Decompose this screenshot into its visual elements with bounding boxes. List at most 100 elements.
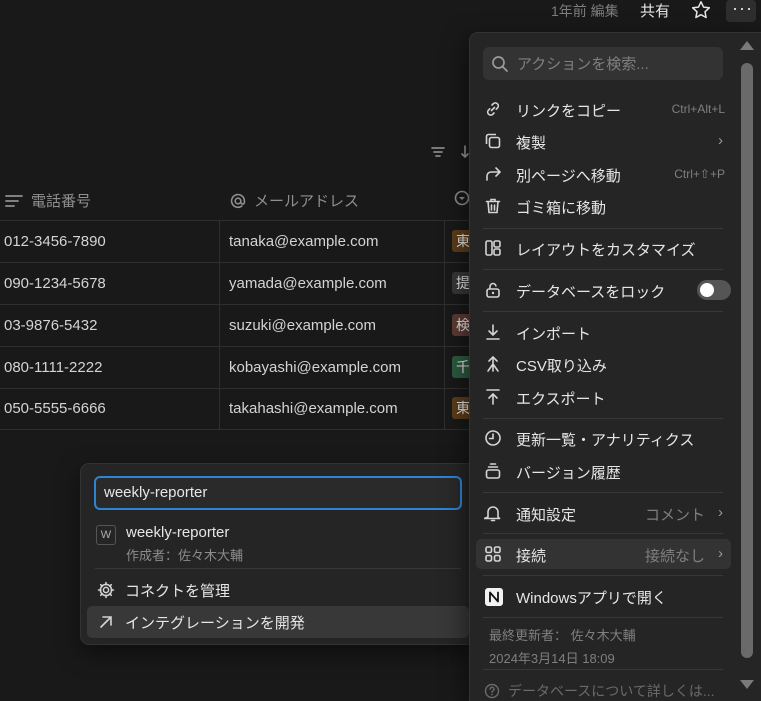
search-icon xyxy=(491,55,509,73)
action-search-field[interactable] xyxy=(483,47,723,80)
copy-link-item[interactable]: リンクをコピー Ctrl+Alt+L xyxy=(476,94,731,124)
version-history-item[interactable]: バージョン履歴 xyxy=(476,456,731,486)
lock-toggle[interactable] xyxy=(697,280,731,300)
connection-search-field[interactable] xyxy=(94,476,462,510)
toggle-knob xyxy=(700,283,714,297)
clock-icon xyxy=(484,429,502,447)
help-link[interactable]: データベースについて詳しくは... xyxy=(484,681,715,701)
chevron-right-icon: › xyxy=(718,132,723,149)
top-bar: 1年前 編集 共有 ··· xyxy=(0,0,761,22)
table-row[interactable]: 090-1234-5678 yamada@example.com 提 xyxy=(0,263,474,305)
view-toolbar xyxy=(430,144,470,162)
divider xyxy=(483,575,723,576)
export-icon xyxy=(484,388,502,406)
more-options-button[interactable]: ··· xyxy=(726,0,756,22)
text-lines-icon xyxy=(5,194,31,208)
table-row[interactable]: 03-9876-5432 suzuki@example.com 検 xyxy=(0,305,474,347)
more-horizontal-icon: ··· xyxy=(732,0,753,18)
arrow-up-right-icon xyxy=(97,613,115,631)
column-header-phone[interactable]: 電話番号 xyxy=(5,190,91,211)
action-search-input[interactable] xyxy=(515,55,719,74)
notion-logo-icon xyxy=(484,587,503,606)
email-cell[interactable]: kobayashi@example.com xyxy=(229,359,401,376)
history-stack-icon xyxy=(484,462,502,480)
divider xyxy=(483,492,723,493)
column-header-email[interactable]: メールアドレス xyxy=(230,190,359,211)
connections-value: 接続なし xyxy=(644,548,705,565)
duplicate-item[interactable]: 複製 › xyxy=(476,126,731,156)
unlock-icon xyxy=(484,281,502,299)
duplicate-icon xyxy=(484,132,502,150)
divider xyxy=(483,669,723,670)
filter-icon[interactable] xyxy=(430,144,446,160)
phone-cell[interactable]: 080-1111-2222 xyxy=(4,359,102,376)
divider xyxy=(483,617,723,618)
trash-icon xyxy=(484,197,502,215)
gear-icon xyxy=(97,581,115,599)
column-divider xyxy=(219,221,220,429)
integration-name: weekly-reporter xyxy=(126,524,230,541)
notification-value: コメント xyxy=(644,507,705,524)
email-cell[interactable]: takahashi@example.com xyxy=(229,400,398,417)
column-divider xyxy=(444,221,445,429)
chevron-right-icon: › xyxy=(718,545,723,562)
integration-icon: W xyxy=(96,525,116,545)
divider xyxy=(483,269,723,270)
connect-popup: W weekly-reporter 作成者：佐々木大輔 コネクトを管理 インテグ… xyxy=(81,464,475,644)
notification-settings-item[interactable]: 通知設定 コメント › xyxy=(476,498,731,528)
phone-cell[interactable]: 050-5555-6666 xyxy=(4,400,106,417)
chevron-right-icon: › xyxy=(718,504,723,521)
export-item[interactable]: エクスポート xyxy=(476,382,731,412)
sort-icon[interactable] xyxy=(460,144,470,160)
updates-analytics-item[interactable]: 更新一覧・アナリティクス xyxy=(476,423,731,453)
scroll-up-arrow[interactable] xyxy=(740,41,754,50)
table-row[interactable]: 050-5555-6666 takahashi@example.com 東 xyxy=(0,388,474,430)
integration-result[interactable]: W weekly-reporter 作成者：佐々木大輔 xyxy=(95,522,461,564)
layout-icon xyxy=(484,239,502,257)
table-row[interactable]: 012-3456-7890 tanaka@example.com 東 xyxy=(0,221,474,263)
last-edited-text: 1年前 編集 xyxy=(551,3,619,19)
merge-arrow-icon xyxy=(484,355,502,373)
page-actions-menu: リンクをコピー Ctrl+Alt+L 複製 › 別ページへ移動 Ctrl+⇧+P… xyxy=(470,33,761,701)
phone-cell[interactable]: 090-1234-5678 xyxy=(4,275,106,292)
last-editor-text: 最終更新者： 佐々木大輔 xyxy=(489,628,636,643)
connections-item[interactable]: 接続 接続なし › xyxy=(476,539,731,569)
email-cell[interactable]: tanaka@example.com xyxy=(229,233,378,250)
divider xyxy=(483,311,723,312)
link-icon xyxy=(484,100,502,118)
develop-integration-item[interactable]: インテグレーションを開発 xyxy=(87,606,469,638)
email-cell[interactable]: yamada@example.com xyxy=(229,275,387,292)
move-to-trash-item[interactable]: ゴミ箱に移動 xyxy=(476,191,731,221)
grid-icon xyxy=(484,545,502,563)
open-in-windows-app-item[interactable]: Windowsアプリで開く xyxy=(476,581,731,611)
customize-layout-item[interactable]: レイアウトをカスタマイズ xyxy=(476,233,731,263)
lock-database-item[interactable]: データベースをロック xyxy=(476,275,731,305)
manage-connections-label: コネクトを管理 xyxy=(125,583,231,600)
csv-import-item[interactable]: CSV取り込み xyxy=(476,349,731,379)
divider xyxy=(483,418,723,419)
divider xyxy=(483,533,723,534)
manage-connections-item[interactable]: コネクトを管理 xyxy=(87,574,469,606)
divider xyxy=(483,228,723,229)
menu-scrollbar[interactable] xyxy=(741,63,753,658)
table-row[interactable]: 080-1111-2222 kobayashi@example.com 千 xyxy=(0,347,474,389)
connection-search-input[interactable] xyxy=(102,483,456,502)
phone-cell[interactable]: 012-3456-7890 xyxy=(4,233,106,250)
scroll-down-arrow[interactable] xyxy=(740,680,754,689)
last-edited-date: 2024年3月14日 18:09 xyxy=(489,651,615,666)
import-icon xyxy=(484,323,502,341)
integration-author: 作成者：佐々木大輔 xyxy=(126,548,244,563)
move-arrow-icon xyxy=(484,165,502,183)
shortcut-text: Ctrl+⇧+P xyxy=(674,167,725,181)
help-label: データベースについて詳しくは... xyxy=(508,683,715,699)
table-header: 電話番号 メールアドレス xyxy=(0,180,470,221)
divider xyxy=(95,568,461,569)
share-button[interactable]: 共有 xyxy=(640,0,670,21)
move-to-item[interactable]: 別ページへ移動 Ctrl+⇧+P xyxy=(476,159,731,189)
bell-icon xyxy=(484,504,502,522)
at-sign-icon xyxy=(230,193,254,209)
star-icon[interactable] xyxy=(691,0,711,20)
phone-cell[interactable]: 03-9876-5432 xyxy=(4,317,97,334)
import-item[interactable]: インポート xyxy=(476,317,731,347)
email-cell[interactable]: suzuki@example.com xyxy=(229,317,376,334)
